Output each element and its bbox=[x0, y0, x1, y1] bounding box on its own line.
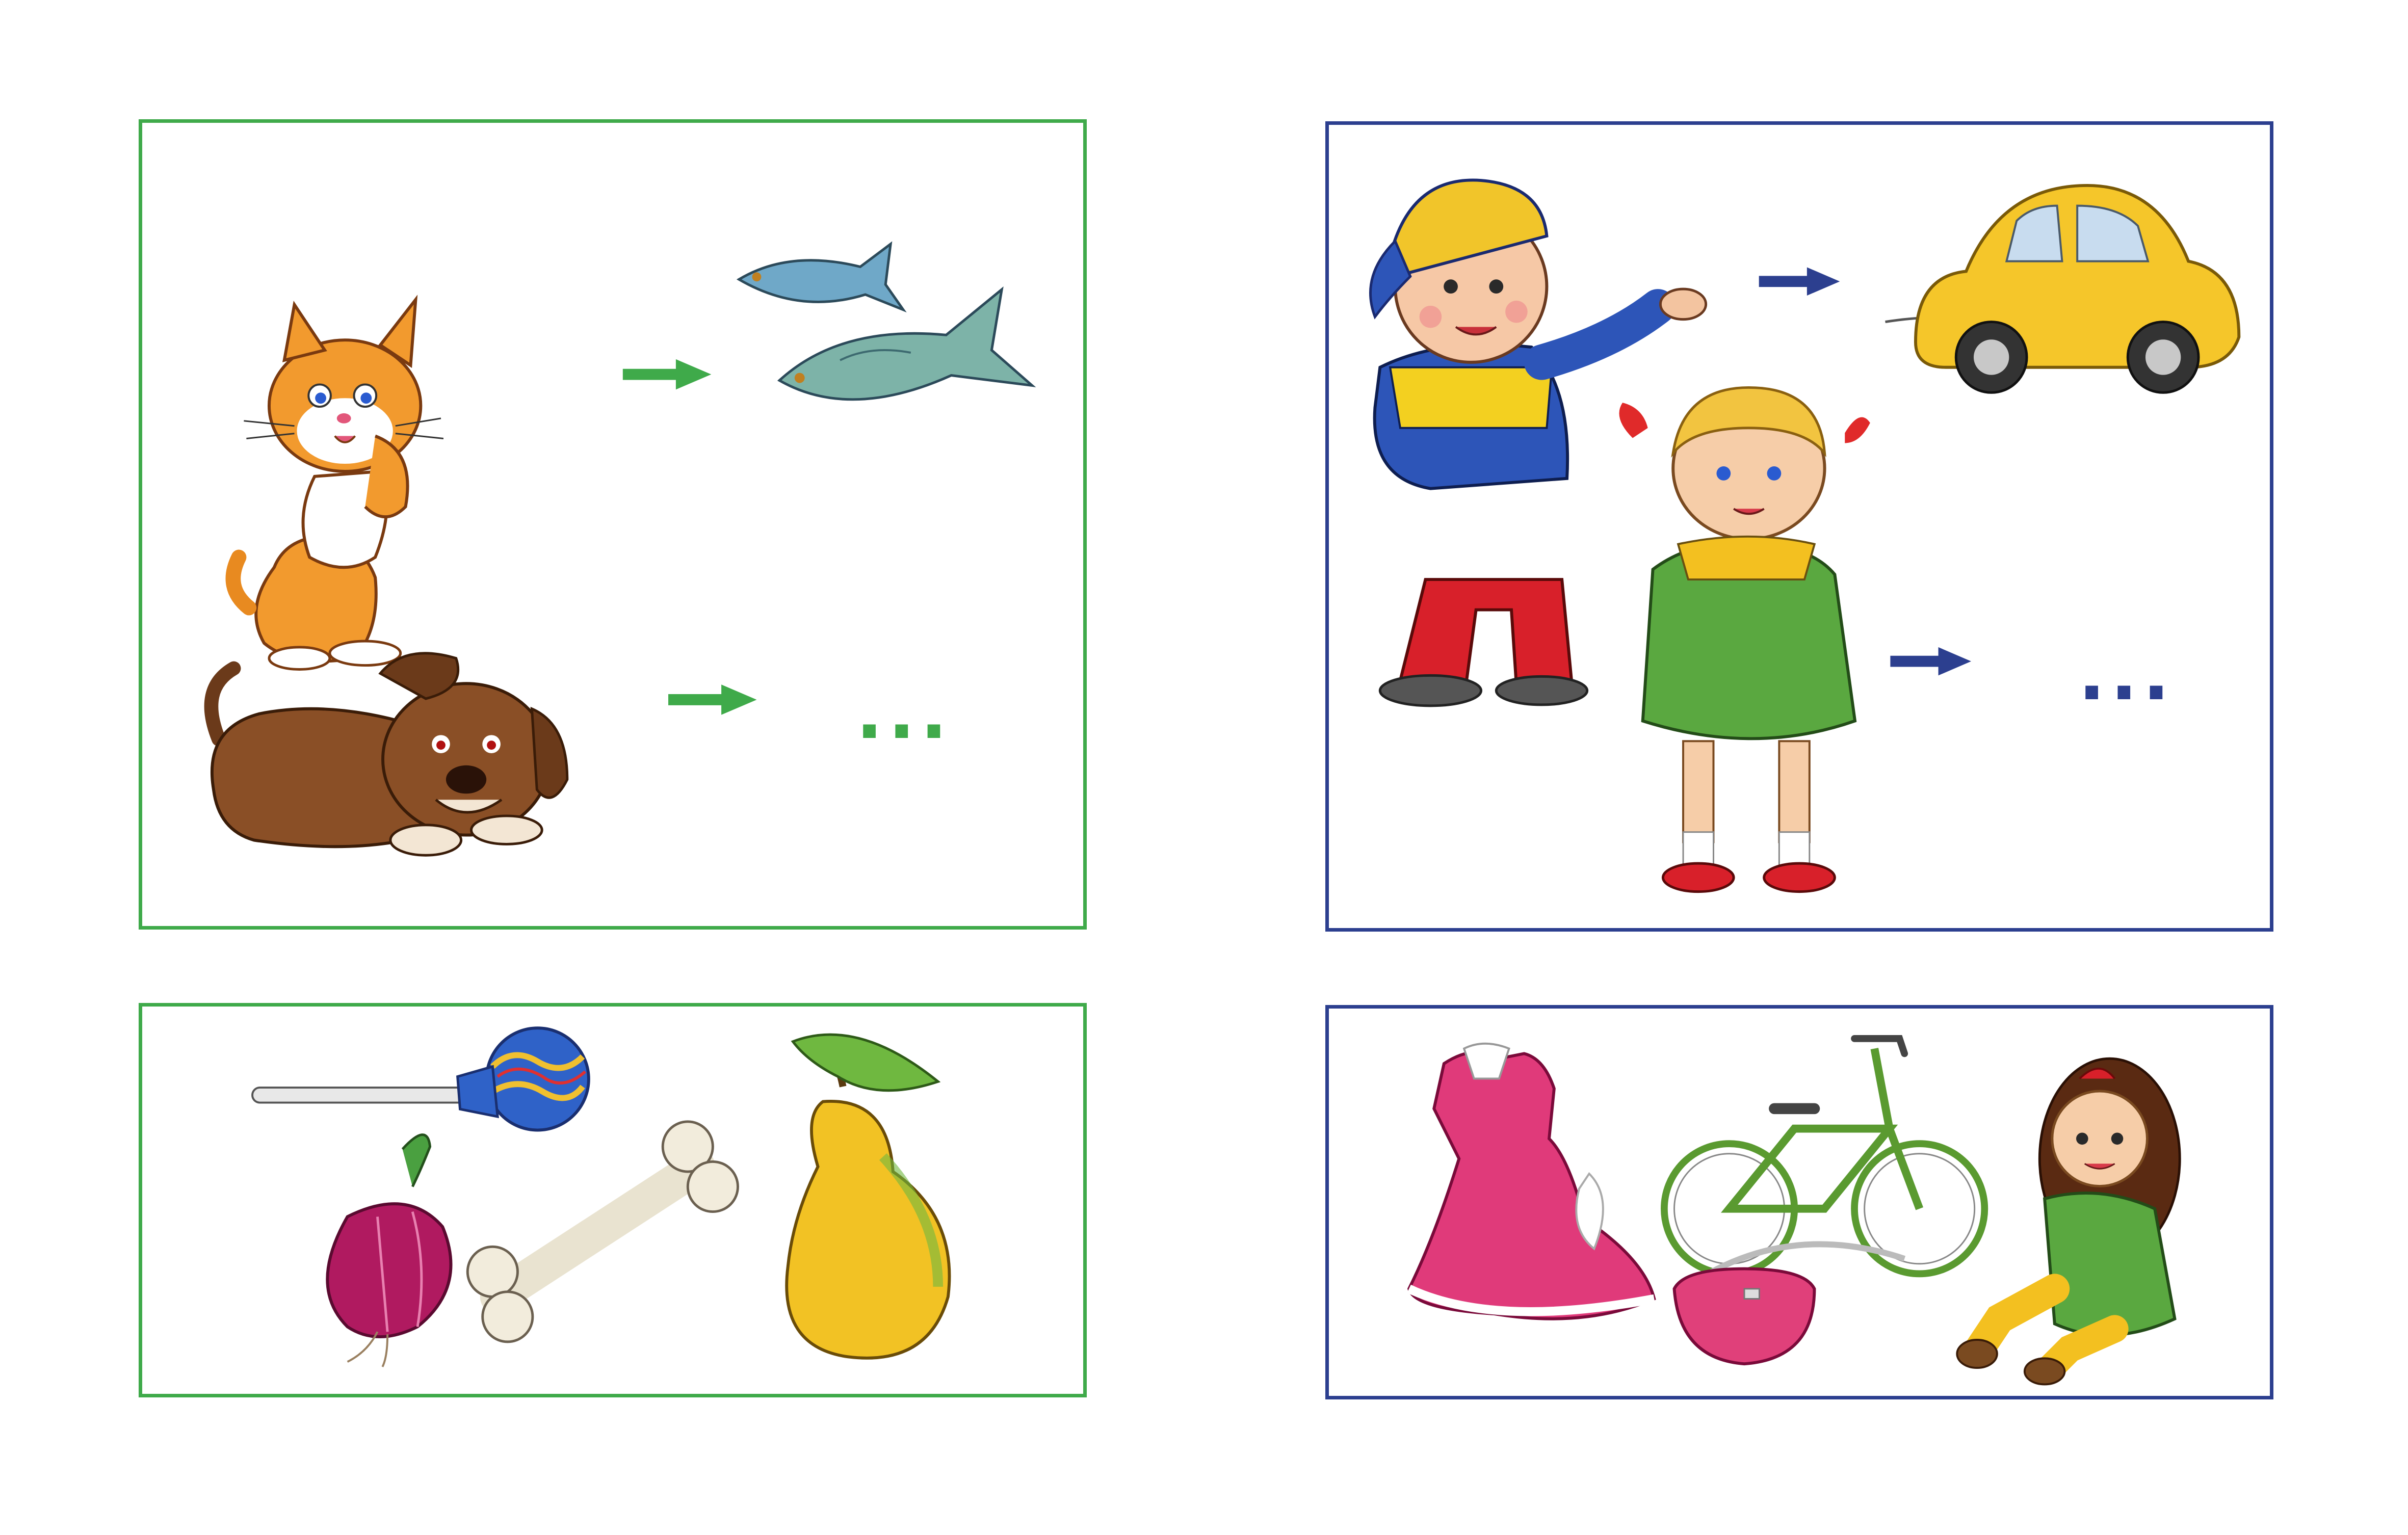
lollipop-icon bbox=[251, 1026, 590, 1132]
right-bottom-scene bbox=[1407, 1035, 2181, 1386]
dress-icon bbox=[1407, 1042, 1656, 1320]
cat-icon bbox=[225, 295, 444, 671]
onion-icon bbox=[326, 1133, 453, 1367]
handbag-icon bbox=[1672, 1241, 1906, 1366]
doll-icon bbox=[1956, 1057, 2181, 1386]
arrow-right-icon bbox=[668, 684, 757, 715]
left-bottom-scene bbox=[251, 1026, 951, 1367]
ellipsis: ... bbox=[856, 672, 953, 755]
dog-icon bbox=[204, 652, 569, 857]
right-top-panel: ... bbox=[1325, 121, 2273, 932]
left-top-panel: ... bbox=[139, 119, 1087, 930]
arrow-right-icon bbox=[1890, 647, 1972, 676]
right-bottom-panel bbox=[1325, 1005, 2273, 1399]
pear-icon bbox=[785, 1033, 951, 1360]
toy-car-icon bbox=[1885, 183, 2241, 394]
bone-icon bbox=[466, 1120, 739, 1343]
right-top-scene bbox=[1369, 178, 2241, 893]
ellipsis: ... bbox=[2078, 633, 2175, 717]
girl-icon bbox=[1619, 386, 1870, 893]
arrow-right-icon bbox=[1759, 267, 1840, 296]
bicycle-icon bbox=[1661, 1035, 1988, 1278]
left-bottom-panel bbox=[139, 1003, 1087, 1397]
fish-icon bbox=[736, 241, 1036, 401]
left-top-scene bbox=[204, 241, 1036, 857]
arrow-right-icon bbox=[622, 359, 712, 390]
